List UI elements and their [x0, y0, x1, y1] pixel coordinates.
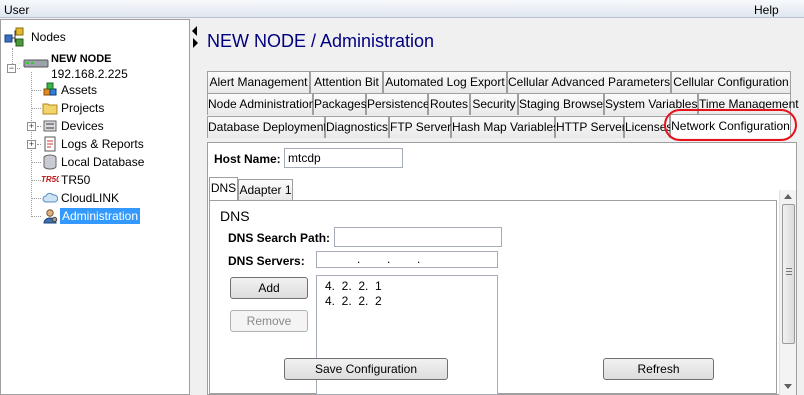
dns-servers-label: DNS Servers: — [228, 254, 305, 268]
tab-alert-management[interactable]: Alert Management — [207, 71, 310, 93]
scroll-down-arrow-icon[interactable] — [784, 384, 792, 389]
tree-item-devices[interactable]: Devices — [61, 119, 104, 133]
tree-item-cloudlink[interactable]: CloudLINK — [61, 191, 119, 205]
tree-item-projects[interactable]: Projects — [61, 101, 104, 115]
tab-node-administration[interactable]: Node Administration — [207, 93, 315, 115]
tr50-logo-icon: TR50 — [41, 173, 61, 189]
tab-routes[interactable]: Routes — [428, 93, 470, 115]
router-device-icon — [23, 56, 49, 72]
folder-icon — [42, 100, 58, 116]
expand-logs-icon[interactable]: + — [27, 140, 36, 149]
tree-item-assets[interactable]: Assets — [61, 83, 97, 97]
tab-time-management[interactable]: Time Management — [698, 93, 799, 115]
tab-diagnostics[interactable]: Diagnostics — [325, 116, 389, 138]
tab-system-variables[interactable]: System Variables — [604, 93, 698, 115]
tab-cellular-advanced-parameters[interactable]: Cellular Advanced Parameters — [507, 71, 671, 93]
svg-text:TR50: TR50 — [41, 175, 59, 184]
subtab-adapter-1[interactable]: Adapter 1 — [238, 179, 293, 200]
scrollbar-thumb[interactable] — [782, 204, 795, 344]
tab-licenses[interactable]: Licenses — [624, 116, 672, 138]
tab-http-server[interactable]: HTTP Server — [555, 116, 626, 138]
tab-packages[interactable]: Packages — [313, 93, 367, 115]
tab-persistence[interactable]: Persistence — [366, 93, 430, 115]
subtab-dns[interactable]: DNS — [209, 177, 238, 200]
tab-automated-log-export[interactable]: Automated Log Export — [383, 71, 507, 93]
hostname-input[interactable] — [284, 148, 403, 168]
admin-user-icon — [42, 208, 58, 224]
splitter-handle[interactable] — [190, 19, 202, 395]
page-title: NEW NODE / Administration — [207, 31, 435, 51]
refresh-button[interactable]: Refresh — [603, 358, 714, 380]
collapse-left-arrow-icon[interactable] — [192, 26, 197, 36]
tree-item-tr50[interactable]: TR50 — [61, 173, 90, 187]
tab-hash-map-variables[interactable]: Hash Map Variables — [451, 116, 559, 138]
network-nodes-icon — [4, 26, 24, 47]
dns-heading: DNS — [220, 208, 250, 224]
logs-report-icon — [42, 136, 58, 152]
tab-ftp-server[interactable]: FTP Server — [389, 116, 451, 138]
tab-network-configuration[interactable]: Network Configuration — [670, 114, 791, 138]
tab-cellular-configuration[interactable]: Cellular Configuration — [671, 71, 791, 93]
cloud-icon — [42, 190, 59, 206]
tree-node-ip: 192.168.2.225 — [51, 67, 128, 81]
dns-search-path-input[interactable] — [334, 227, 502, 247]
tree-item-logs[interactable]: Logs & Reports — [61, 137, 144, 151]
node-tree-panel: Nodes − NEW NODE 192.168.2.225 Assets Pr… — [0, 19, 190, 395]
tree-node-name[interactable]: NEW NODE — [51, 53, 112, 65]
administration-panel: NEW NODE / Administration Alert Manageme… — [202, 19, 804, 395]
scroll-up-arrow-icon[interactable] — [784, 194, 792, 199]
expand-devices-icon[interactable]: + — [27, 122, 36, 131]
hostname-label: Host Name: — [214, 152, 281, 166]
tree-item-local-database[interactable]: Local Database — [61, 155, 144, 169]
add-button[interactable]: Add — [230, 277, 308, 299]
tree-root-nodes[interactable]: Nodes — [31, 30, 66, 44]
tab-staging-browser[interactable]: Staging Browser — [518, 93, 607, 115]
tree-item-administration[interactable]: Administration — [60, 208, 141, 224]
tab-security[interactable]: Security — [470, 93, 518, 115]
expand-right-arrow-icon[interactable] — [193, 38, 198, 48]
menu-bar: User Help — [0, 0, 804, 18]
assets-cubes-icon — [42, 82, 58, 98]
tab-database-deployment[interactable]: Database Deployment — [207, 116, 327, 138]
remove-button[interactable]: Remove — [230, 310, 308, 332]
devices-icon — [42, 118, 58, 134]
dns-search-path-label: DNS Search Path: — [228, 231, 331, 245]
menu-user[interactable]: User — [4, 3, 29, 17]
list-item[interactable]: 4. 2. 2. 2 — [325, 294, 382, 308]
database-icon — [42, 154, 58, 170]
save-configuration-button[interactable]: Save Configuration — [284, 358, 448, 380]
list-item[interactable]: 4. 2. 2. 1 — [325, 279, 382, 293]
vertical-scrollbar[interactable] — [779, 190, 796, 395]
dns-server-ip-input[interactable]: . . . — [316, 251, 498, 268]
collapse-icon[interactable]: − — [7, 64, 16, 73]
menu-help[interactable]: Help — [754, 3, 779, 17]
tab-attention-bit[interactable]: Attention Bit — [310, 71, 383, 93]
